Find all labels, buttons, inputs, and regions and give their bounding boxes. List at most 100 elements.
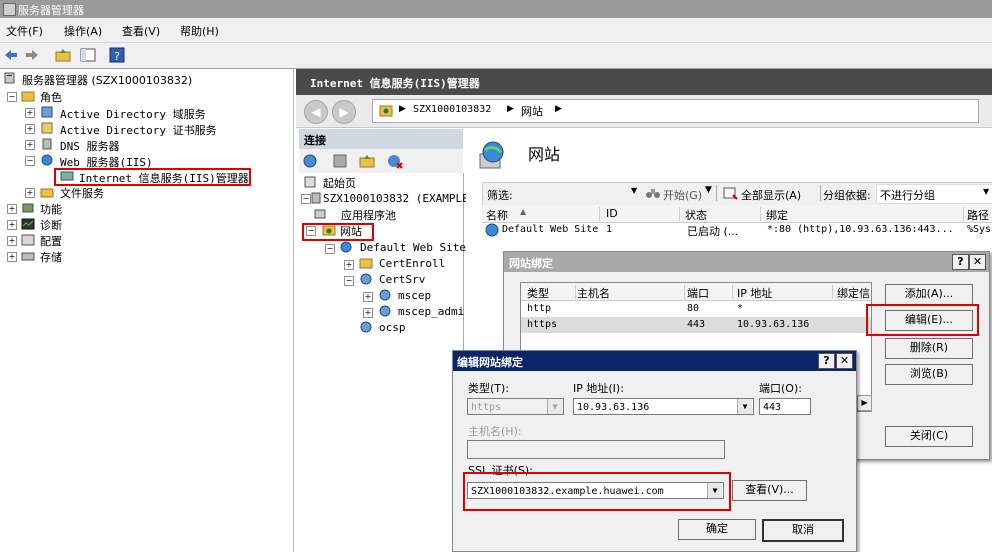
collapse-default-site-toggle[interactable]: −: [325, 244, 335, 254]
bindings-scroll-right-arrow[interactable]: ▶: [857, 395, 872, 411]
table-row[interactable]: https 443 10.93.63.136: [521, 317, 871, 333]
menu-view[interactable]: 查看(V): [122, 23, 160, 39]
expand-certenroll-toggle[interactable]: +: [344, 260, 354, 270]
col-id[interactable]: ID: [606, 207, 680, 221]
conn-item-default-site[interactable]: Default Web Site: [360, 241, 466, 257]
bind-col-host[interactable]: 主机名: [577, 285, 685, 300]
expand-config-toggle[interactable]: +: [7, 236, 17, 246]
table-row[interactable]: Default Web Site 1 已启动 (... *:80 (http),…: [482, 222, 992, 238]
nav-forward-button[interactable]: ▶: [332, 100, 356, 124]
bindings-help-button[interactable]: ?: [952, 254, 969, 270]
ok-button[interactable]: 确定: [678, 519, 756, 540]
tree-item-storage[interactable]: 存储: [40, 249, 62, 265]
remove-binding-button[interactable]: 删除(R): [885, 338, 973, 359]
bind-col-ip[interactable]: IP 地址: [737, 285, 833, 300]
tree-item-dns[interactable]: DNS 服务器: [60, 138, 120, 154]
breadcrumb-server[interactable]: SZX1000103832: [413, 104, 491, 115]
ssl-certificate-select[interactable]: SZX1000103832.example.huawei.com ▼: [467, 482, 724, 499]
bind-col-info[interactable]: 绑定信: [837, 285, 871, 300]
binoculars-icon: [646, 189, 660, 198]
browse-binding-button[interactable]: 浏览(B): [885, 364, 973, 385]
tree-item-diagnostics[interactable]: 诊断: [40, 217, 62, 233]
filter-dropdown-arrow[interactable]: ▼: [631, 186, 639, 198]
menu-file[interactable]: 文件(F): [6, 23, 43, 39]
collapse-web-toggle[interactable]: −: [25, 156, 35, 166]
bindings-close-x-button[interactable]: ✕: [969, 254, 986, 270]
group-by-select[interactable]: 不进行分组 ▼: [876, 184, 992, 204]
iis-manager-icon: [60, 171, 74, 181]
up-folder-icon[interactable]: [55, 47, 71, 63]
cancel-button[interactable]: 取消: [762, 519, 844, 542]
tree-item-roles[interactable]: 角色: [40, 89, 62, 105]
collapse-sites-toggle[interactable]: −: [306, 226, 316, 236]
conn-item-ocsp[interactable]: ocsp: [379, 321, 406, 337]
menu-help[interactable]: 帮助(H): [180, 23, 219, 39]
col-binding[interactable]: 绑定: [766, 207, 964, 222]
breadcrumb-sites[interactable]: 网站: [521, 103, 543, 119]
connect-globe-icon[interactable]: [302, 153, 320, 169]
expand-mscep-admin-toggle[interactable]: +: [363, 308, 373, 318]
conn-item-certsrv[interactable]: CertSrv: [379, 273, 425, 289]
nav-back-button[interactable]: ◀: [304, 100, 328, 124]
expand-diagnostics-toggle[interactable]: +: [7, 220, 17, 230]
help-icon[interactable]: ?: [109, 47, 125, 63]
conn-item-mscep-admin[interactable]: mscep_admi: [398, 305, 464, 321]
col-path[interactable]: 路径: [967, 207, 992, 222]
view-certificate-button[interactable]: 查看(V)...: [732, 480, 807, 501]
expand-dns-toggle[interactable]: +: [25, 140, 35, 150]
col-name[interactable]: 名称: [486, 207, 600, 222]
tree-item-ad-cs[interactable]: Active Directory 证书服务: [60, 122, 217, 138]
up-level-icon[interactable]: [359, 153, 375, 169]
ip-dropdown-arrow[interactable]: ▼: [737, 399, 752, 414]
expand-storage-toggle[interactable]: +: [7, 252, 17, 262]
tree-item-file[interactable]: 文件服务: [60, 185, 104, 201]
disconnect-icon[interactable]: [387, 153, 403, 169]
show-hide-tree-icon[interactable]: [80, 47, 96, 63]
expand-file-services-toggle[interactable]: +: [25, 188, 35, 198]
save-icon[interactable]: [332, 153, 348, 169]
host-name-input[interactable]: [467, 440, 725, 459]
edit-help-button[interactable]: ?: [818, 353, 835, 369]
conn-item-certenroll[interactable]: CertEnroll: [379, 257, 445, 273]
row-status: 已启动 (...: [687, 225, 739, 238]
conn-item-sites[interactable]: 网站: [340, 223, 362, 239]
ip-address-select[interactable]: 10.93.63.136 ▼: [573, 398, 754, 415]
menu-action[interactable]: 操作(A): [64, 23, 102, 39]
add-binding-button[interactable]: 添加(A)...: [885, 284, 973, 305]
edit-binding-button[interactable]: 编辑(E)...: [885, 310, 973, 331]
breadcrumb-bar[interactable]: ▶ SZX1000103832 ▶ 网站 ▶: [372, 99, 979, 123]
conn-item-server[interactable]: SZX1000103832 (EXAMPLE\: [323, 192, 475, 208]
collapse-certsrv-toggle[interactable]: −: [344, 276, 354, 286]
expand-mscep-toggle[interactable]: +: [363, 292, 373, 302]
conn-item-apppools[interactable]: 应用程序池: [341, 207, 396, 223]
show-all-button[interactable]: 全部显示(A): [741, 187, 801, 203]
filter-go-button[interactable]: 开始(G): [663, 187, 702, 203]
tree-item-features[interactable]: 功能: [40, 201, 62, 217]
expand-features-toggle[interactable]: +: [7, 204, 17, 214]
close-bindings-button[interactable]: 关闭(C): [885, 426, 973, 447]
expand-ad-cs-toggle[interactable]: +: [25, 124, 35, 134]
server-icon: [4, 72, 15, 84]
window-title-bar: 服务器管理器: [0, 0, 992, 18]
back-arrow-icon[interactable]: [3, 47, 19, 63]
conn-item-mscep[interactable]: mscep: [398, 289, 431, 305]
edit-close-x-button[interactable]: ✕: [836, 353, 853, 369]
type-dropdown-arrow[interactable]: ▼: [547, 399, 562, 414]
table-row[interactable]: http 80 *: [521, 301, 871, 317]
collapse-roles-toggle[interactable]: −: [7, 92, 17, 102]
tree-item-config[interactable]: 配置: [40, 233, 62, 249]
type-select[interactable]: https ▼: [467, 398, 564, 415]
tree-item-ad-ds[interactable]: Active Directory 域服务: [60, 106, 206, 122]
port-value: 443: [763, 402, 782, 413]
port-input[interactable]: 443: [759, 398, 811, 415]
ssl-dropdown-arrow[interactable]: ▼: [707, 483, 722, 498]
expand-ad-ds-toggle[interactable]: +: [25, 108, 35, 118]
conn-item-start[interactable]: 起始页: [323, 175, 356, 191]
tree-item-iis-manager[interactable]: Internet 信息服务(IIS)管理器: [79, 170, 249, 186]
filter-bar: 筛选: ▼ 开始(G) ▼ 全部显示(A) 分组依据: 不进行分组 ▼: [482, 182, 992, 206]
forward-arrow-icon[interactable]: [24, 47, 40, 63]
tree-item-root[interactable]: 服务器管理器 (SZX1000103832): [22, 72, 192, 88]
bind-col-type[interactable]: 类型: [527, 285, 576, 300]
col-status[interactable]: 状态: [685, 207, 761, 222]
bind-col-port[interactable]: 端口: [687, 285, 733, 300]
